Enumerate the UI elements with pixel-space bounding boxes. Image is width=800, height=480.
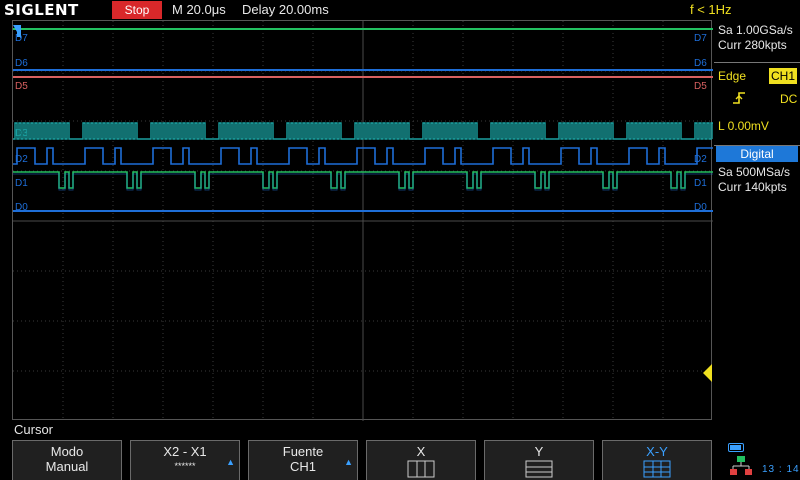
source-softkey[interactable]: Fuente CH1 ▲	[248, 440, 358, 480]
trigger-position-bar	[17, 25, 20, 37]
mode-softkey[interactable]: Modo Manual	[12, 440, 122, 480]
trigger-panel[interactable]: Edge CH1 DC L 0.00mV	[714, 62, 800, 146]
rising-edge-icon	[732, 91, 746, 108]
channel-label-d2-right: D2	[694, 154, 707, 165]
run-stop-status[interactable]: Stop	[112, 1, 162, 19]
digital-sample-rate: Sa 500MSa/s	[718, 165, 791, 179]
channel-label-d6-right: D6	[694, 58, 707, 69]
channel-label-d1-left: D1	[15, 178, 28, 189]
status-icons: 13 : 14	[724, 440, 800, 480]
graticule-grid	[13, 21, 713, 421]
xy-cursor-label: X-Y	[646, 444, 668, 459]
network-icon	[730, 456, 752, 475]
menu-title: Cursor	[14, 422, 54, 437]
trigger-level: L 0.00mV	[718, 119, 769, 133]
y-cursor-softkey[interactable]: Y	[484, 440, 594, 480]
x2-x1-softkey[interactable]: X2 - X1 ****** ▲	[130, 440, 240, 480]
waveform-canvas: D7 D7 D6 D6 D5 D5 D3 D2 D2 D1 D1 D0 D0	[13, 21, 713, 421]
digital-memory-depth: Curr 140kpts	[718, 180, 787, 194]
delay-readout: Delay 20.00ms	[242, 2, 329, 17]
trace-d3	[13, 122, 713, 140]
trigger-source-badge: CH1	[769, 68, 797, 84]
y-cursor-label: Y	[534, 444, 544, 459]
xy-cursor-softkey[interactable]: X-Y	[602, 440, 712, 480]
channel-label-d5-right: D5	[694, 81, 707, 92]
x-cursor-softkey[interactable]: X	[366, 440, 476, 480]
mode-label: Modo	[50, 444, 84, 459]
xy-cursor-icon	[643, 460, 671, 478]
channel-label-d5-left: D5	[15, 81, 28, 92]
trigger-level-marker-icon	[703, 364, 712, 382]
trigger-mode: Edge	[718, 69, 747, 83]
timebase-readout: M 20.0μs	[172, 2, 226, 17]
channel-label-d7-left: D7	[15, 33, 28, 44]
info-panel: Sa 1.00GSa/s Curr 280kpts Edge CH1 DC L …	[714, 20, 800, 440]
source-value: CH1	[289, 459, 316, 474]
channel-label-d0-left: D0	[15, 202, 28, 213]
channel-label-d7-right: D7	[694, 33, 707, 44]
x-cursor-icon	[407, 460, 435, 478]
frequency-readout: f < 1Hz	[690, 2, 732, 17]
trigger-coupling: DC	[780, 92, 798, 106]
brand-logo: SIGLENT	[4, 1, 79, 19]
mode-value: Manual	[45, 459, 89, 474]
waveform-display[interactable]: D7 D7 D6 D6 D5 D5 D3 D2 D2 D1 D1 D0 D0	[12, 20, 713, 421]
clock: 13 : 14	[762, 464, 800, 475]
x2-x1-label: X2 - X1	[163, 444, 207, 459]
channel-label-d6-left: D6	[15, 58, 28, 69]
source-label: Fuente	[282, 444, 324, 459]
digital-badge[interactable]: Digital	[716, 146, 798, 162]
top-status-bar: SIGLENT Stop M 20.0μs Delay 20.00ms f < …	[0, 0, 800, 20]
y-cursor-icon	[525, 460, 553, 478]
channel-label-d0-right: D0	[694, 202, 707, 213]
channel-label-d1-right: D1	[694, 178, 707, 189]
x-cursor-label: X	[416, 444, 426, 459]
battery-icon	[728, 443, 744, 452]
sample-rate: Sa 1.00GSa/s	[718, 23, 793, 37]
softkey-bar: Modo Manual X2 - X1 ****** ▲ Fuente CH1 …	[12, 440, 712, 480]
channel-label-d3-left: D3	[15, 128, 28, 139]
channel-label-d2-left: D2	[15, 154, 28, 165]
x2-x1-value: ******	[174, 461, 196, 471]
adjust-arrow-icon: ▲	[226, 457, 235, 467]
memory-depth: Curr 280kpts	[718, 38, 787, 52]
adjust-arrow-icon: ▲	[344, 457, 353, 467]
